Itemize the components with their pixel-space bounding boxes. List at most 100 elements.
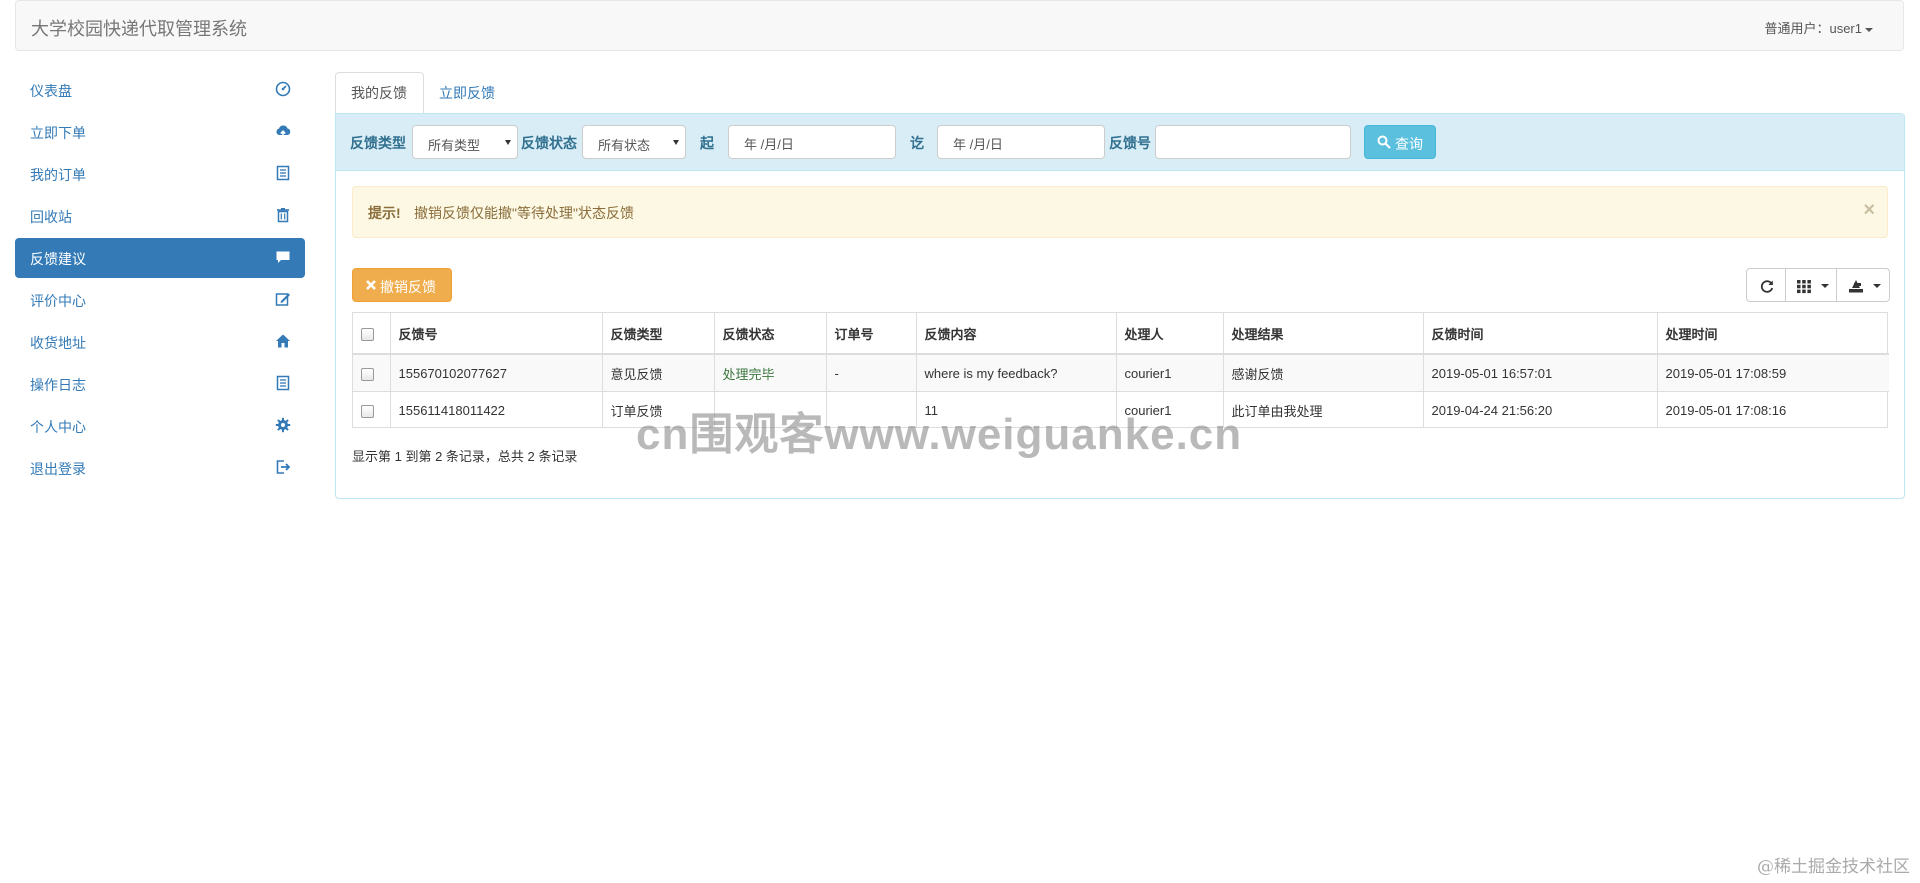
row-select-cell bbox=[353, 391, 391, 428]
sidebar-item-my-orders[interactable]: 我的订单 bbox=[15, 154, 305, 194]
cancel-feedback-label: 撤销反馈 bbox=[380, 279, 436, 295]
result-cell: 此订单由我处理 bbox=[1223, 391, 1424, 428]
end-date-input[interactable]: 年 /月/日 bbox=[937, 125, 1105, 159]
feedback-time-cell: 2019-04-24 21:56:20 bbox=[1423, 391, 1658, 428]
column-header[interactable]: 反馈号 bbox=[390, 313, 603, 355]
feedback-id-cell: 155670102077627 bbox=[390, 353, 603, 392]
alert-message: 撤销反馈仅能撤"等待处理"状态反馈 bbox=[414, 205, 634, 221]
sidebar-item-label: 收货地址 bbox=[30, 335, 86, 351]
feedback-status-select[interactable]: 所有状态 bbox=[582, 125, 686, 159]
row-checkbox[interactable] bbox=[361, 367, 374, 381]
sidebar-item-profile[interactable]: 个人中心 bbox=[15, 406, 305, 446]
sidebar-item-feedback[interactable]: 反馈建议 bbox=[15, 238, 305, 278]
sidebar-item-recycle-bin[interactable]: 回收站 bbox=[15, 196, 305, 236]
select-arrow-icon bbox=[505, 140, 511, 145]
comment-icon bbox=[276, 251, 290, 263]
feedback-id-input[interactable] bbox=[1155, 125, 1351, 159]
sidebar-item-reviews[interactable]: 评价中心 bbox=[15, 280, 305, 320]
export-icon bbox=[1849, 280, 1863, 293]
search-icon bbox=[1377, 135, 1391, 149]
sidebar: 仪表盘 立即下单 我的订单 回收站 反馈建议 评价中心 收货地址 操作日志 个人… bbox=[15, 70, 305, 490]
row-select-cell bbox=[353, 353, 391, 392]
feedback-time-cell: 2019-05-01 16:57:01 bbox=[1423, 353, 1658, 392]
columns-button[interactable] bbox=[1785, 268, 1837, 302]
feedback-status-label: 反馈状态 bbox=[521, 135, 577, 151]
pagination-info: 显示第 1 到第 2 条记录，总共 2 条记录 bbox=[352, 449, 578, 464]
handle-time-cell: 2019-05-01 17:08:59 bbox=[1657, 353, 1889, 392]
watermark: cn围观客www.weiguanke.cn bbox=[636, 410, 1243, 459]
table-tools bbox=[1746, 268, 1890, 302]
column-header[interactable]: 处理人 bbox=[1116, 313, 1224, 355]
feedback-id-cell: 155611418011422 bbox=[390, 391, 603, 428]
end-date-value: 年 /月/日 bbox=[953, 137, 1003, 152]
column-header[interactable]: 反馈状态 bbox=[714, 313, 827, 355]
export-button[interactable] bbox=[1836, 268, 1890, 302]
sidebar-item-logout[interactable]: 退出登录 bbox=[15, 448, 305, 488]
refresh-button[interactable] bbox=[1746, 268, 1786, 302]
sidebar-item-place-order[interactable]: 立即下单 bbox=[15, 112, 305, 152]
alert-title: 提示! bbox=[368, 205, 401, 221]
grid-icon bbox=[1797, 280, 1811, 294]
feedback-id-label: 反馈号 bbox=[1109, 135, 1151, 151]
feedback-type-cell: 意见反馈 bbox=[602, 353, 715, 392]
handle-time-cell: 2019-05-01 17:08:16 bbox=[1657, 391, 1889, 428]
sidebar-item-label: 评价中心 bbox=[30, 293, 86, 309]
select-arrow-icon bbox=[673, 140, 679, 145]
column-header[interactable]: 订单号 bbox=[826, 313, 917, 355]
order-id-cell: - bbox=[826, 353, 917, 392]
close-icon bbox=[366, 280, 376, 290]
tab-my-feedback[interactable]: 我的反馈 bbox=[335, 72, 424, 114]
feedback-status-cell: 处理完毕 bbox=[714, 353, 827, 392]
user-menu[interactable]: 普通用户：user1 bbox=[1764, 18, 1873, 37]
column-header[interactable]: 处理时间 bbox=[1657, 313, 1889, 355]
sidebar-item-label: 操作日志 bbox=[30, 377, 86, 393]
filter-bar: 反馈类型 所有类型 反馈状态 所有状态 起 年 /月/日 讫 年 /月/日 反馈… bbox=[336, 114, 1904, 171]
table-row[interactable]: 155670102077627 意见反馈 处理完毕 - where is my … bbox=[353, 353, 1889, 392]
sidebar-item-label: 仪表盘 bbox=[30, 83, 72, 99]
column-header[interactable]: 反馈类型 bbox=[602, 313, 715, 355]
query-button[interactable]: 查询 bbox=[1364, 125, 1436, 159]
sidebar-item-address[interactable]: 收货地址 bbox=[15, 322, 305, 362]
app-title[interactable]: 大学校园快递代取管理系统 bbox=[31, 15, 247, 41]
end-date-label: 讫 bbox=[910, 135, 924, 151]
start-date-value: 年 /月/日 bbox=[744, 137, 794, 152]
tab-new-feedback[interactable]: 立即反馈 bbox=[424, 72, 510, 114]
start-date-label: 起 bbox=[700, 135, 714, 151]
column-header[interactable]: 反馈时间 bbox=[1423, 313, 1658, 355]
trash-icon bbox=[277, 208, 289, 223]
query-label: 查询 bbox=[1395, 136, 1423, 152]
feedback-type-value: 所有类型 bbox=[428, 138, 481, 153]
sidebar-item-label: 回收站 bbox=[30, 209, 72, 225]
footer-watermark: @稀土掘金技术社区 bbox=[1757, 857, 1910, 877]
top-navbar: 大学校园快递代取管理系统 普通用户：user1 bbox=[15, 0, 1904, 51]
row-checkbox[interactable] bbox=[361, 404, 374, 418]
sidebar-item-label: 退出登录 bbox=[30, 461, 86, 477]
tip-alert: 提示! 撤销反馈仅能撤"等待处理"状态反馈 × bbox=[352, 186, 1888, 238]
column-header[interactable]: 反馈内容 bbox=[916, 313, 1117, 355]
sidebar-item-dashboard[interactable]: 仪表盘 bbox=[15, 70, 305, 110]
sidebar-item-operation-log[interactable]: 操作日志 bbox=[15, 364, 305, 404]
caret-down-icon bbox=[1821, 284, 1829, 288]
handler-cell: courier1 bbox=[1116, 353, 1224, 392]
select-all-cell bbox=[353, 313, 391, 355]
dashboard-icon bbox=[275, 81, 291, 97]
sidebar-item-label: 立即下单 bbox=[30, 125, 86, 141]
sidebar-item-label: 反馈建议 bbox=[30, 251, 86, 267]
close-icon[interactable]: × bbox=[1863, 199, 1875, 222]
home-icon bbox=[276, 334, 290, 348]
select-all-checkbox[interactable] bbox=[361, 327, 374, 341]
start-date-input[interactable]: 年 /月/日 bbox=[728, 125, 896, 159]
cloud-upload-icon bbox=[276, 125, 291, 138]
gear-icon bbox=[275, 417, 291, 433]
list-icon bbox=[276, 165, 290, 181]
cancel-feedback-button[interactable]: 撤销反馈 bbox=[352, 268, 452, 302]
sidebar-item-label: 个人中心 bbox=[30, 419, 86, 435]
feedback-type-select[interactable]: 所有类型 bbox=[412, 125, 518, 159]
column-header[interactable]: 处理结果 bbox=[1223, 313, 1424, 355]
feedback-type-label: 反馈类型 bbox=[350, 135, 406, 151]
sidebar-item-label: 我的订单 bbox=[30, 167, 86, 183]
feedback-status-value: 所有状态 bbox=[598, 138, 651, 153]
feedback-content-cell: where is my feedback? bbox=[916, 353, 1117, 392]
user-label: 普通用户：user1 bbox=[1764, 21, 1862, 36]
logout-icon bbox=[276, 460, 291, 474]
